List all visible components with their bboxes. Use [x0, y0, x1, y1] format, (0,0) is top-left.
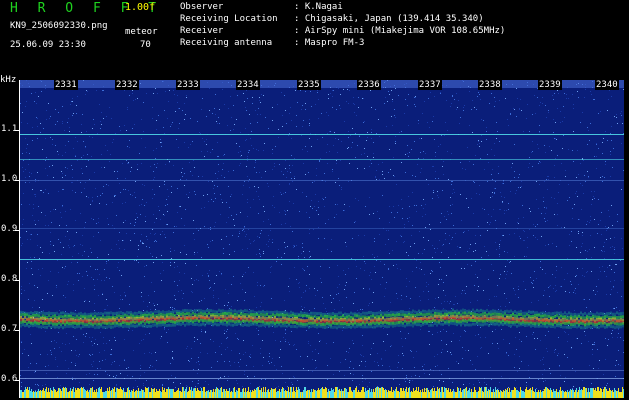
noise-layer: [20, 80, 624, 398]
location-label: Receiving Location: [180, 14, 278, 24]
x-tick-label: 2335: [297, 80, 321, 90]
spectrogram-svg: [20, 80, 624, 398]
y-tick-label: 0.9: [1, 224, 18, 234]
x-tick-label: 2340: [595, 80, 619, 90]
top-rim: [20, 80, 624, 88]
spectrogram-plot: [20, 80, 624, 398]
x-tick-label: 2336: [357, 80, 381, 90]
receiver-label: Receiver: [180, 26, 224, 36]
y-tick-label: 0.8: [1, 274, 18, 284]
carrier-line: [20, 228, 624, 229]
carrier-line: [20, 259, 624, 260]
y-tick-mark: [15, 330, 20, 331]
unit-label: kHz: [0, 75, 17, 85]
y-tick-label: 0.6: [1, 374, 18, 384]
x-tick-label: 2338: [478, 80, 502, 90]
y-tick-mark: [15, 280, 20, 281]
meteor-count: 70: [140, 40, 151, 50]
observer-label: Observer: [180, 2, 224, 12]
carrier-line: [20, 134, 624, 135]
filename-label: KN9_2506092330.png: [10, 21, 108, 31]
y-axis-line: [19, 80, 20, 398]
version-label: 1.00f: [125, 2, 156, 13]
x-tick-label: 2331: [54, 80, 78, 90]
y-tick-mark: [15, 180, 20, 181]
x-tick-label: 2339: [538, 80, 562, 90]
carrier-line: [20, 159, 624, 160]
x-tick-label: 2334: [236, 80, 260, 90]
y-tick-mark: [15, 380, 20, 381]
antenna-value: : Maspro FM-3: [294, 38, 365, 48]
datetime-label: 25.06.09 23:30: [10, 40, 86, 50]
receiver-value: : AirSpy mini (Miakejima VOR 108.65MHz): [294, 26, 506, 36]
bottom-rim: [20, 387, 624, 398]
antenna-label: Receiving antenna: [180, 38, 273, 48]
y-tick-label: 1.1: [1, 124, 18, 134]
observer-value: : K.Nagai: [294, 2, 343, 12]
carrier-line: [20, 378, 624, 379]
y-tick-label: 1.0: [1, 174, 18, 184]
carrier-line: [20, 180, 624, 181]
y-tick-mark: [15, 130, 20, 131]
x-tick-label: 2337: [418, 80, 442, 90]
location-value: : Chigasaki, Japan (139.414 35.340): [294, 14, 484, 24]
echo-band: [20, 308, 624, 330]
meteor-label: meteor: [125, 27, 158, 37]
carrier-line: [20, 370, 624, 371]
x-tick-label: 2333: [176, 80, 200, 90]
x-tick-label: 2332: [115, 80, 139, 90]
y-tick-label: 0.7: [1, 324, 18, 334]
y-tick-mark: [15, 230, 20, 231]
